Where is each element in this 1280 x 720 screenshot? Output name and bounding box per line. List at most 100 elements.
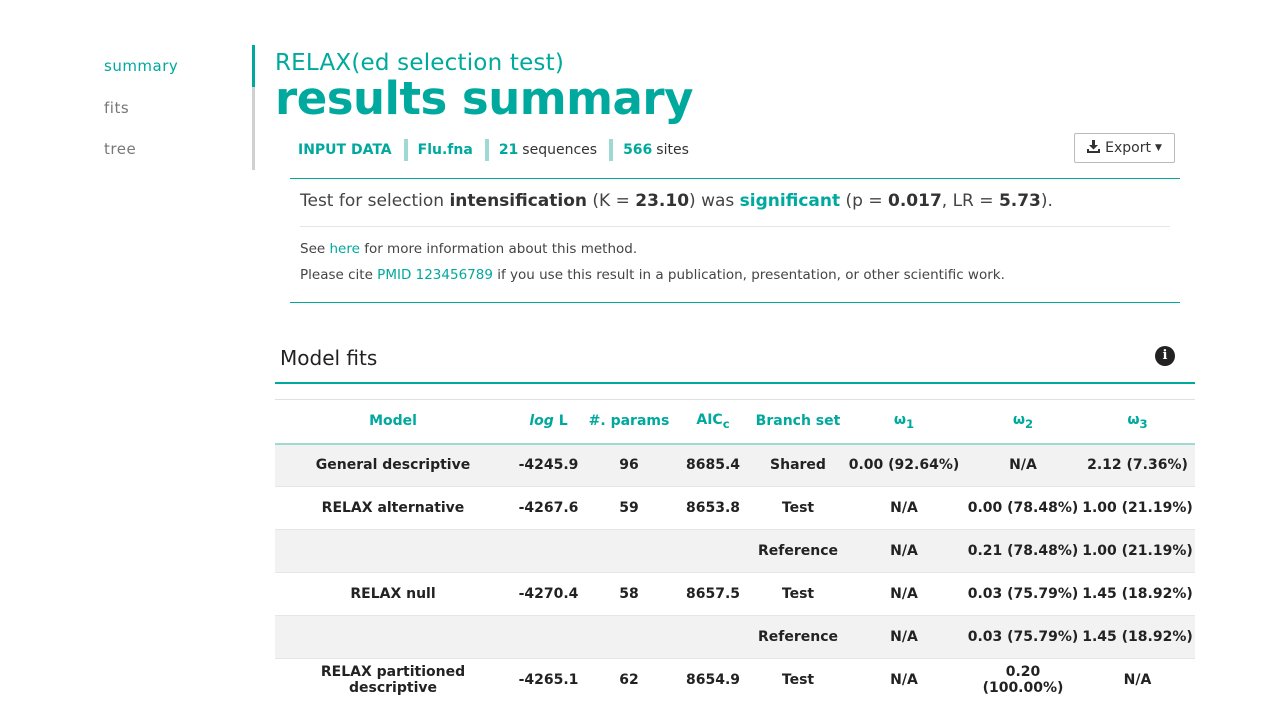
export-label: Export (1105, 140, 1151, 156)
cell-aic (672, 616, 754, 659)
input-file-name: Flu.fna (417, 142, 473, 158)
cell-w3: 1.45 (18.92%) (1082, 629, 1193, 645)
nav-item-summary[interactable]: summary (104, 56, 178, 98)
cell-w2: 0.00 (78.48%) (967, 500, 1079, 516)
w1-sub: 1 (906, 416, 915, 431)
cell-w2: 0.20 (100.00%) (982, 664, 1064, 697)
cell-branch: Shared (770, 457, 826, 474)
lr-label: , LR = (941, 191, 994, 211)
cite-prefix: Please cite (300, 267, 373, 283)
cell-model (275, 616, 511, 659)
cell-params (586, 616, 672, 659)
test-result-sentence: Test for selection intensification (K = … (300, 191, 1053, 211)
cell-params: 58 (619, 586, 639, 602)
cell-aic: 8685.4 (685, 457, 741, 474)
meta-separator (609, 139, 614, 161)
nav-active-indicator (252, 45, 255, 87)
k-label: (K = (592, 191, 630, 211)
sites-count: 566 (623, 142, 653, 158)
p-label: (p = (845, 191, 883, 211)
aic-sub: c (722, 416, 730, 431)
section-rule (275, 382, 1195, 384)
model-fits-title: Model fits (280, 346, 378, 370)
cell-branch: Reference (757, 543, 839, 559)
col-header-aic[interactable]: AICc (672, 400, 754, 444)
see-suffix: for more information about this method. (364, 241, 638, 257)
cell-w2: 0.03 (75.79%) (967, 629, 1079, 645)
cell-params: 96 (619, 457, 639, 474)
cell-w1: N/A (890, 500, 918, 516)
chevron-down-icon: ▼ (1154, 143, 1162, 153)
cell-w3: 1.45 (18.92%) (1082, 586, 1193, 602)
table-row: Reference N/A 0.03 (75.79%) 1.45 (18.92%… (275, 615, 1195, 659)
p-value: 0.017 (888, 191, 942, 211)
cell-logl: -4267.6 (518, 500, 579, 516)
cell-branch: Reference (757, 629, 839, 645)
cell-branch: Test (781, 672, 815, 689)
cell-logl (511, 530, 586, 573)
summary-panel: Test for selection intensification (K = … (290, 178, 1180, 303)
cell-w1: N/A (890, 586, 918, 602)
logl-italic: log (529, 413, 554, 430)
side-nav: summary fits tree (104, 56, 178, 181)
logl-rest: L (553, 413, 568, 430)
cell-model: RELAX partitioned descriptive (320, 664, 466, 697)
col-header-model[interactable]: Model (275, 400, 511, 444)
export-button[interactable]: Export ▼ (1074, 133, 1175, 163)
sequences-label: sequences (522, 142, 598, 158)
table-header-row: Model log L #. params AICc Branch set ω1… (275, 399, 1195, 444)
cite-suffix: if you use this result in a publication,… (497, 267, 1005, 283)
table-row: Reference N/A 0.21 (78.48%) 1.00 (21.19%… (275, 529, 1195, 573)
k-value: 23.10 (635, 191, 690, 211)
sequences-count: 21 (498, 142, 519, 158)
aic-label: AIC (696, 411, 723, 428)
input-data-label: INPUT DATA (298, 142, 392, 158)
info-icon[interactable]: i (1155, 346, 1175, 366)
cell-model: General descriptive (315, 457, 471, 474)
method-info-line: See here for more information about this… (300, 241, 637, 257)
cell-params: 62 (619, 672, 639, 689)
cell-params: 59 (619, 500, 639, 516)
cell-w3: N/A (1123, 672, 1152, 689)
cell-branch: Test (781, 500, 815, 516)
method-info-link[interactable]: here (329, 241, 359, 257)
w3-label: ω (1127, 411, 1140, 428)
col-header-params[interactable]: #. params (586, 400, 672, 444)
cell-w2: 0.21 (78.48%) (967, 543, 1079, 559)
pmid-link[interactable]: PMID 123456789 (377, 267, 493, 283)
cell-model: RELAX null (350, 586, 436, 602)
cell-aic (672, 530, 754, 573)
cell-w1: 0.00 (92.64%) (848, 457, 960, 474)
col-header-w1[interactable]: ω1 (842, 400, 966, 444)
lr-value: 5.73 (998, 191, 1041, 211)
cell-aic: 8654.9 (685, 672, 741, 689)
nav-item-fits[interactable]: fits (104, 98, 178, 140)
cell-logl: -4270.4 (518, 586, 579, 602)
test-type: intensification (449, 191, 588, 211)
col-header-logl[interactable]: log L (511, 400, 586, 444)
citation-line: Please cite PMID 123456789 if you use th… (300, 267, 1005, 283)
download-icon (1087, 139, 1101, 157)
model-fits-table: Model log L #. params AICc Branch set ω1… (275, 399, 1195, 702)
cell-w3: 1.00 (21.19%) (1082, 543, 1193, 559)
w1-label: ω (893, 411, 907, 428)
cell-w1: N/A (890, 672, 918, 689)
cell-aic: 8653.8 (685, 500, 741, 516)
table-row: RELAX partitioned descriptive -4265.1 62… (275, 658, 1195, 702)
summary-divider (300, 226, 1170, 227)
table-row: RELAX alternative -4267.6 59 8653.8 Test… (275, 486, 1195, 530)
col-header-branch[interactable]: Branch set (754, 400, 842, 444)
nav-item-tree[interactable]: tree (104, 139, 178, 181)
cell-w1: N/A (890, 629, 918, 645)
cell-logl (511, 616, 586, 659)
table-row: General descriptive -4245.9 96 8685.4 Sh… (275, 443, 1195, 487)
result-prefix: Test for selection (300, 191, 445, 211)
cell-w3: 1.00 (21.19%) (1082, 500, 1193, 516)
col-header-w3[interactable]: ω3 (1080, 400, 1195, 444)
w2-sub: 2 (1025, 416, 1034, 431)
page-header: RELAX(ed selection test) results summary (275, 48, 693, 124)
sites-label: sites (656, 142, 689, 158)
cell-w2: 0.03 (75.79%) (967, 586, 1079, 602)
col-header-w2[interactable]: ω2 (966, 400, 1080, 444)
result-end: ). (1040, 191, 1053, 211)
